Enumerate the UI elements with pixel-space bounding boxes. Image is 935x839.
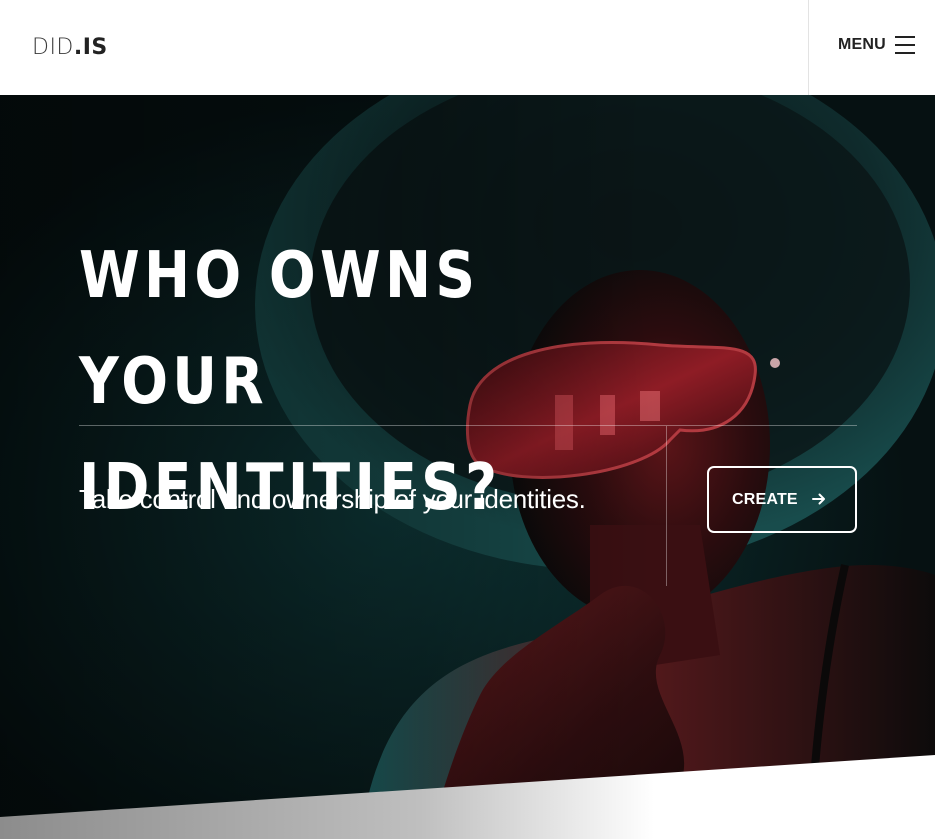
logo-text-light: DID	[32, 35, 74, 60]
hero-horizontal-divider	[79, 425, 857, 426]
create-button-label: CREATE	[732, 491, 798, 508]
menu-label: MENU	[838, 36, 886, 53]
menu-toggle[interactable]: MENU	[808, 0, 935, 95]
site-header: DID.IS MENU	[0, 0, 935, 95]
page: DID.IS MENU WHO OWNS YOUR IDENTITIES? Ta…	[0, 0, 935, 839]
hero-title-line-1: WHO OWNS YOUR	[79, 239, 480, 419]
hamburger-icon	[895, 36, 915, 54]
logo-text-bold: .IS	[73, 35, 108, 60]
site-logo[interactable]: DID.IS	[32, 34, 108, 62]
hero-section: WHO OWNS YOUR IDENTITIES? Take control a…	[0, 95, 935, 839]
hero-vertical-divider	[666, 426, 667, 586]
arrow-right-icon	[812, 493, 825, 505]
create-button[interactable]: CREATE	[707, 466, 857, 533]
hero-subtitle: Take control and ownership of your ident…	[79, 484, 586, 514]
